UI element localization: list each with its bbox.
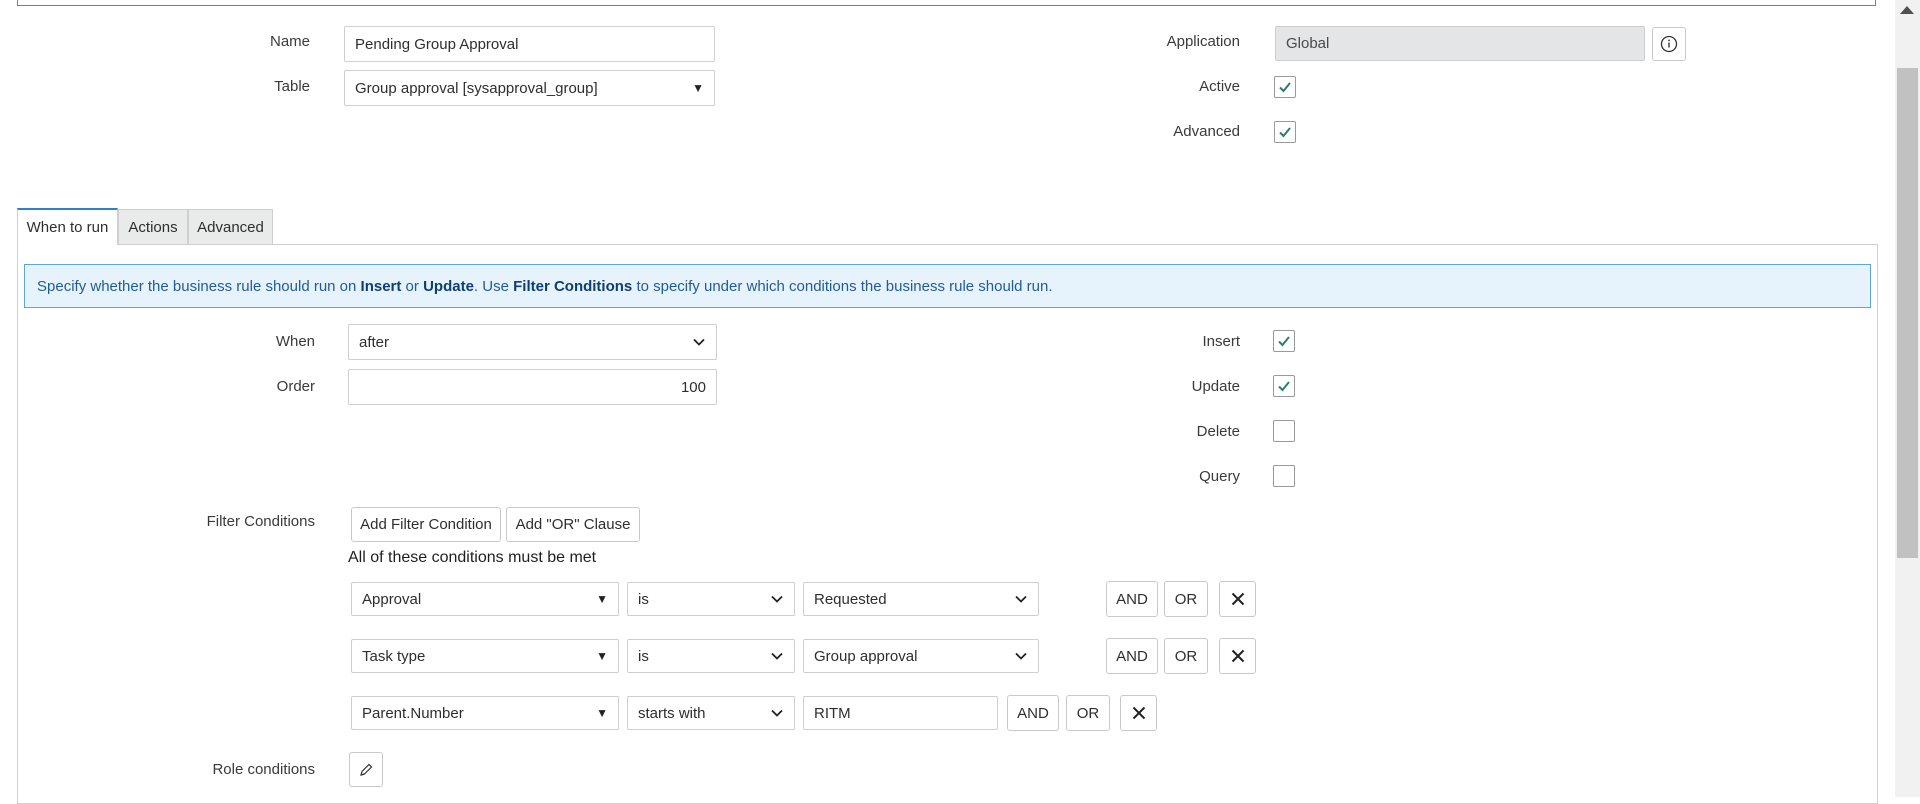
table-value: Group approval [sysapproval_group] — [355, 79, 598, 97]
remove-condition-button[interactable] — [1219, 638, 1256, 674]
close-icon — [1231, 592, 1244, 606]
condition-value: Group approval — [814, 647, 918, 665]
and-button[interactable]: AND — [1007, 695, 1059, 731]
when-select[interactable]: after — [348, 324, 717, 360]
condition-field-select[interactable]: Task type ▼ — [351, 639, 619, 673]
order-label: Order — [276, 378, 315, 395]
role-conditions-label: Role conditions — [212, 761, 315, 778]
info-text: . Use — [473, 277, 514, 295]
info-filter-conditions: Filter Conditions — [513, 277, 633, 295]
remove-condition-button[interactable] — [1120, 695, 1157, 731]
check-icon — [1278, 381, 1290, 392]
table-label: Table — [274, 78, 310, 95]
condition-operator-select[interactable]: is — [627, 582, 795, 616]
condition-value-select[interactable]: Group approval — [803, 639, 1039, 673]
chevron-down-icon — [771, 652, 783, 660]
scroll-up-arrow-icon[interactable] — [1900, 6, 1914, 14]
condition-value-input[interactable]: RITM — [803, 696, 998, 730]
condition-value-select[interactable]: Requested — [803, 582, 1039, 616]
application-value: Global — [1286, 35, 1330, 52]
check-icon — [1279, 82, 1291, 93]
condition-operator-value: is — [638, 647, 649, 665]
check-icon — [1279, 127, 1291, 138]
filter-conditions-label: Filter Conditions — [206, 513, 315, 530]
application-info-button[interactable] — [1652, 27, 1686, 61]
info-update: Update — [423, 277, 474, 295]
chevron-down-icon — [693, 338, 705, 346]
condition-operator-value: starts with — [638, 704, 706, 722]
order-field[interactable]: 100 — [348, 369, 717, 405]
condition-field-select[interactable]: Approval ▼ — [351, 582, 619, 616]
scrollbar-thumb[interactable] — [1897, 68, 1918, 558]
tab-when-to-run[interactable]: When to run — [17, 208, 118, 245]
triangle-down-icon: ▼ — [596, 706, 608, 720]
or-button[interactable]: OR — [1066, 695, 1110, 731]
name-label: Name — [269, 33, 310, 50]
advanced-checkbox[interactable] — [1274, 121, 1296, 143]
chevron-down-icon — [1015, 652, 1027, 660]
chevron-down-icon — [771, 709, 783, 717]
filter-caption: All of these conditions must be met — [348, 549, 597, 566]
triangle-down-icon: ▼ — [596, 649, 608, 663]
condition-field-select[interactable]: Parent.Number ▼ — [351, 696, 619, 730]
chevron-down-icon — [771, 595, 783, 603]
edit-role-conditions-button[interactable] — [349, 752, 383, 787]
condition-operator-select[interactable]: is — [627, 639, 795, 673]
application-field: Global — [1275, 26, 1645, 61]
condition-field-value: Parent.Number — [362, 704, 464, 722]
query-label: Query — [1199, 468, 1240, 485]
info-banner: Specify whether the business rule should… — [24, 264, 1871, 308]
condition-value: RITM — [814, 704, 851, 722]
tab-advanced[interactable]: Advanced — [188, 209, 273, 245]
triangle-down-icon: ▼ — [692, 81, 704, 95]
order-value: 100 — [680, 378, 706, 396]
condition-operator-value: is — [638, 590, 649, 608]
info-insert: Insert — [360, 277, 402, 295]
delete-label: Delete — [1196, 423, 1240, 440]
remove-condition-button[interactable] — [1219, 581, 1256, 617]
close-icon — [1231, 649, 1244, 663]
condition-value: Requested — [814, 590, 887, 608]
info-text: or — [401, 277, 424, 295]
active-label: Active — [1199, 78, 1240, 95]
chevron-down-icon — [1015, 595, 1027, 603]
when-value: after — [359, 333, 390, 351]
and-button[interactable]: AND — [1106, 638, 1158, 674]
triangle-down-icon: ▼ — [596, 592, 608, 606]
check-icon — [1278, 336, 1290, 347]
delete-checkbox[interactable] — [1273, 420, 1295, 442]
active-checkbox[interactable] — [1274, 76, 1296, 98]
add-or-clause-button[interactable]: Add "OR" Clause — [506, 507, 640, 542]
insert-checkbox[interactable] — [1273, 330, 1295, 352]
form-header-border — [17, 0, 1876, 6]
info-text: Specify whether the business rule should… — [37, 277, 357, 295]
pencil-icon — [360, 763, 373, 776]
advanced-label: Advanced — [1173, 123, 1240, 140]
condition-field-value: Approval — [362, 590, 422, 608]
close-icon — [1132, 706, 1145, 720]
update-label: Update — [1191, 378, 1240, 395]
when-label: When — [275, 333, 315, 350]
name-field[interactable]: Pending Group Approval — [344, 26, 715, 62]
update-checkbox[interactable] — [1273, 375, 1295, 397]
condition-operator-select[interactable]: starts with — [627, 696, 795, 730]
or-button[interactable]: OR — [1164, 638, 1208, 674]
name-value: Pending Group Approval — [355, 35, 519, 53]
and-button[interactable]: AND — [1106, 581, 1158, 617]
tab-actions[interactable]: Actions — [118, 209, 188, 245]
table-select[interactable]: Group approval [sysapproval_group] ▼ — [344, 70, 715, 106]
condition-field-value: Task type — [362, 647, 426, 665]
info-icon — [1660, 35, 1678, 53]
insert-label: Insert — [1202, 333, 1240, 350]
info-text: to specify under which conditions the bu… — [632, 277, 1053, 295]
query-checkbox[interactable] — [1273, 465, 1295, 487]
add-filter-condition-button[interactable]: Add Filter Condition — [351, 507, 501, 542]
application-label: Application — [1166, 33, 1240, 50]
or-button[interactable]: OR — [1164, 581, 1208, 617]
